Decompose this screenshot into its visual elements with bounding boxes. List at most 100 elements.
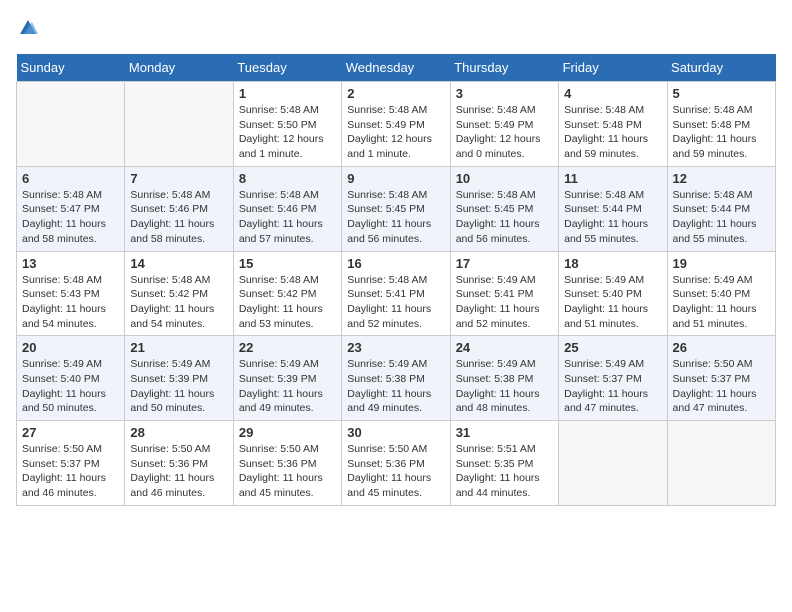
calendar-cell: 17 Sunrise: 5:49 AM Sunset: 5:41 PM Dayli… bbox=[450, 251, 558, 336]
day-info: Sunrise: 5:48 AM Sunset: 5:49 PM Dayligh… bbox=[456, 103, 553, 162]
calendar-table: Sunday Monday Tuesday Wednesday Thursday… bbox=[16, 54, 776, 506]
day-number: 11 bbox=[564, 171, 661, 186]
day-number: 14 bbox=[130, 256, 227, 271]
col-saturday: Saturday bbox=[667, 54, 775, 82]
calendar-week-row: 13 Sunrise: 5:48 AM Sunset: 5:43 PM Dayli… bbox=[17, 251, 776, 336]
col-sunday: Sunday bbox=[17, 54, 125, 82]
day-number: 21 bbox=[130, 340, 227, 355]
calendar-cell: 7 Sunrise: 5:48 AM Sunset: 5:46 PM Daylig… bbox=[125, 166, 233, 251]
calendar-cell: 6Sunrise: 5:48 AM Sunset: 5:47 PM Daylig… bbox=[17, 166, 125, 251]
day-info: Sunrise: 5:50 AM Sunset: 5:36 PM Dayligh… bbox=[130, 442, 227, 501]
calendar-cell bbox=[125, 82, 233, 167]
day-number: 20 bbox=[22, 340, 119, 355]
day-number: 22 bbox=[239, 340, 336, 355]
day-number: 25 bbox=[564, 340, 661, 355]
day-info: Sunrise: 5:49 AM Sunset: 5:41 PM Dayligh… bbox=[456, 273, 553, 332]
day-info: Sunrise: 5:48 AM Sunset: 5:48 PM Dayligh… bbox=[673, 103, 770, 162]
day-info: Sunrise: 5:49 AM Sunset: 5:39 PM Dayligh… bbox=[130, 357, 227, 416]
col-wednesday: Wednesday bbox=[342, 54, 450, 82]
day-info: Sunrise: 5:48 AM Sunset: 5:42 PM Dayligh… bbox=[130, 273, 227, 332]
calendar-cell: 19 Sunrise: 5:49 AM Sunset: 5:40 PM Dayli… bbox=[667, 251, 775, 336]
calendar-cell: 24Sunrise: 5:49 AM Sunset: 5:38 PM Dayli… bbox=[450, 336, 558, 421]
day-info: Sunrise: 5:49 AM Sunset: 5:38 PM Dayligh… bbox=[456, 357, 553, 416]
day-info: Sunrise: 5:48 AM Sunset: 5:43 PM Dayligh… bbox=[22, 273, 119, 332]
calendar-cell: 29Sunrise: 5:50 AM Sunset: 5:36 PM Dayli… bbox=[233, 421, 341, 506]
day-number: 13 bbox=[22, 256, 119, 271]
calendar-header-row: Sunday Monday Tuesday Wednesday Thursday… bbox=[17, 54, 776, 82]
col-friday: Friday bbox=[559, 54, 667, 82]
day-info: Sunrise: 5:49 AM Sunset: 5:40 PM Dayligh… bbox=[564, 273, 661, 332]
calendar-cell: 16 Sunrise: 5:48 AM Sunset: 5:41 PM Dayli… bbox=[342, 251, 450, 336]
day-info: Sunrise: 5:48 AM Sunset: 5:50 PM Dayligh… bbox=[239, 103, 336, 162]
day-info: Sunrise: 5:49 AM Sunset: 5:40 PM Dayligh… bbox=[22, 357, 119, 416]
day-number: 31 bbox=[456, 425, 553, 440]
day-number: 4 bbox=[564, 86, 661, 101]
day-info: Sunrise: 5:50 AM Sunset: 5:37 PM Dayligh… bbox=[673, 357, 770, 416]
day-number: 30 bbox=[347, 425, 444, 440]
logo bbox=[16, 16, 38, 42]
calendar-cell bbox=[17, 82, 125, 167]
day-info: Sunrise: 5:48 AM Sunset: 5:44 PM Dayligh… bbox=[564, 188, 661, 247]
day-number: 18 bbox=[564, 256, 661, 271]
calendar-week-row: 1 Sunrise: 5:48 AM Sunset: 5:50 PM Daylig… bbox=[17, 82, 776, 167]
logo-icon bbox=[18, 18, 38, 36]
calendar-cell: 10 Sunrise: 5:48 AM Sunset: 5:45 PM Dayli… bbox=[450, 166, 558, 251]
day-info: Sunrise: 5:48 AM Sunset: 5:41 PM Dayligh… bbox=[347, 273, 444, 332]
calendar-cell: 18 Sunrise: 5:49 AM Sunset: 5:40 PM Dayli… bbox=[559, 251, 667, 336]
day-info: Sunrise: 5:50 AM Sunset: 5:36 PM Dayligh… bbox=[239, 442, 336, 501]
calendar-cell: 14 Sunrise: 5:48 AM Sunset: 5:42 PM Dayli… bbox=[125, 251, 233, 336]
day-info: Sunrise: 5:49 AM Sunset: 5:39 PM Dayligh… bbox=[239, 357, 336, 416]
day-info: Sunrise: 5:51 AM Sunset: 5:35 PM Dayligh… bbox=[456, 442, 553, 501]
calendar-cell: 4 Sunrise: 5:48 AM Sunset: 5:48 PM Daylig… bbox=[559, 82, 667, 167]
calendar-cell: 5Sunrise: 5:48 AM Sunset: 5:48 PM Daylig… bbox=[667, 82, 775, 167]
calendar-cell: 20 Sunrise: 5:49 AM Sunset: 5:40 PM Dayli… bbox=[17, 336, 125, 421]
day-info: Sunrise: 5:48 AM Sunset: 5:42 PM Dayligh… bbox=[239, 273, 336, 332]
day-info: Sunrise: 5:48 AM Sunset: 5:45 PM Dayligh… bbox=[456, 188, 553, 247]
calendar-cell: 1 Sunrise: 5:48 AM Sunset: 5:50 PM Daylig… bbox=[233, 82, 341, 167]
day-number: 23 bbox=[347, 340, 444, 355]
calendar-cell: 26 Sunrise: 5:50 AM Sunset: 5:37 PM Dayli… bbox=[667, 336, 775, 421]
col-tuesday: Tuesday bbox=[233, 54, 341, 82]
day-info: Sunrise: 5:50 AM Sunset: 5:37 PM Dayligh… bbox=[22, 442, 119, 501]
day-info: Sunrise: 5:48 AM Sunset: 5:49 PM Dayligh… bbox=[347, 103, 444, 162]
calendar-week-row: 20 Sunrise: 5:49 AM Sunset: 5:40 PM Dayli… bbox=[17, 336, 776, 421]
day-info: Sunrise: 5:49 AM Sunset: 5:40 PM Dayligh… bbox=[673, 273, 770, 332]
calendar-cell: 15Sunrise: 5:48 AM Sunset: 5:42 PM Dayli… bbox=[233, 251, 341, 336]
day-info: Sunrise: 5:48 AM Sunset: 5:45 PM Dayligh… bbox=[347, 188, 444, 247]
page-header bbox=[16, 16, 776, 42]
day-number: 1 bbox=[239, 86, 336, 101]
calendar-cell: 12Sunrise: 5:48 AM Sunset: 5:44 PM Dayli… bbox=[667, 166, 775, 251]
day-number: 2 bbox=[347, 86, 444, 101]
day-number: 27 bbox=[22, 425, 119, 440]
day-number: 16 bbox=[347, 256, 444, 271]
day-number: 17 bbox=[456, 256, 553, 271]
day-info: Sunrise: 5:48 AM Sunset: 5:46 PM Dayligh… bbox=[239, 188, 336, 247]
day-number: 8 bbox=[239, 171, 336, 186]
calendar-cell: 13 Sunrise: 5:48 AM Sunset: 5:43 PM Dayli… bbox=[17, 251, 125, 336]
day-number: 7 bbox=[130, 171, 227, 186]
day-info: Sunrise: 5:48 AM Sunset: 5:48 PM Dayligh… bbox=[564, 103, 661, 162]
calendar-cell: 28Sunrise: 5:50 AM Sunset: 5:36 PM Dayli… bbox=[125, 421, 233, 506]
day-number: 26 bbox=[673, 340, 770, 355]
calendar-week-row: 27 Sunrise: 5:50 AM Sunset: 5:37 PM Dayli… bbox=[17, 421, 776, 506]
day-number: 6 bbox=[22, 171, 119, 186]
calendar-cell bbox=[667, 421, 775, 506]
day-info: Sunrise: 5:48 AM Sunset: 5:46 PM Dayligh… bbox=[130, 188, 227, 247]
calendar-cell: 9 Sunrise: 5:48 AM Sunset: 5:45 PM Daylig… bbox=[342, 166, 450, 251]
calendar-cell bbox=[559, 421, 667, 506]
calendar-cell: 23Sunrise: 5:49 AM Sunset: 5:38 PM Dayli… bbox=[342, 336, 450, 421]
calendar-cell: 31 Sunrise: 5:51 AM Sunset: 5:35 PM Dayli… bbox=[450, 421, 558, 506]
day-number: 19 bbox=[673, 256, 770, 271]
calendar-cell: 2 Sunrise: 5:48 AM Sunset: 5:49 PM Daylig… bbox=[342, 82, 450, 167]
day-number: 10 bbox=[456, 171, 553, 186]
calendar-cell: 11 Sunrise: 5:48 AM Sunset: 5:44 PM Dayli… bbox=[559, 166, 667, 251]
col-thursday: Thursday bbox=[450, 54, 558, 82]
day-info: Sunrise: 5:50 AM Sunset: 5:36 PM Dayligh… bbox=[347, 442, 444, 501]
col-monday: Monday bbox=[125, 54, 233, 82]
calendar-cell: 21 Sunrise: 5:49 AM Sunset: 5:39 PM Dayli… bbox=[125, 336, 233, 421]
day-info: Sunrise: 5:49 AM Sunset: 5:37 PM Dayligh… bbox=[564, 357, 661, 416]
day-number: 3 bbox=[456, 86, 553, 101]
calendar-cell: 8 Sunrise: 5:48 AM Sunset: 5:46 PM Daylig… bbox=[233, 166, 341, 251]
day-number: 9 bbox=[347, 171, 444, 186]
calendar-cell: 3 Sunrise: 5:48 AM Sunset: 5:49 PM Daylig… bbox=[450, 82, 558, 167]
